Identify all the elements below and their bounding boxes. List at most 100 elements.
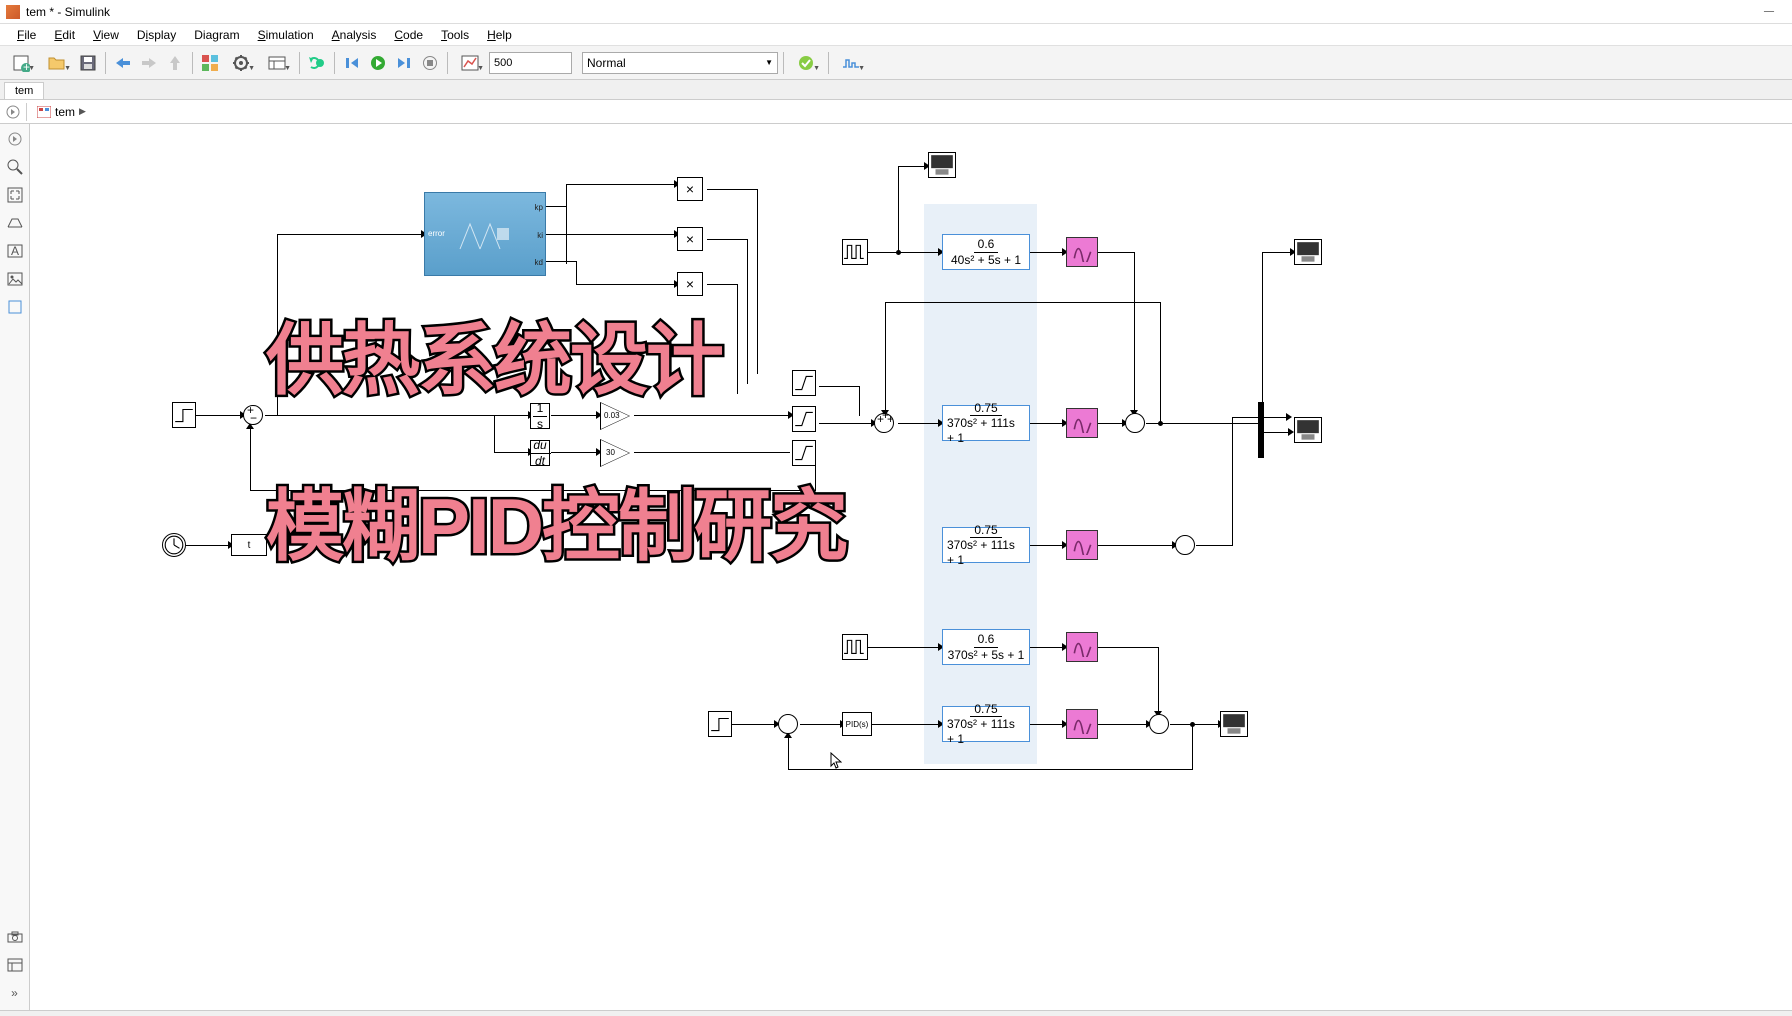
tf4-block[interactable]: 0.6370s² + 5s + 1 [942,629,1030,665]
zoom-tool-button[interactable] [4,156,26,178]
area-button[interactable] [4,296,26,318]
sum4-block[interactable] [1175,535,1195,555]
image-button[interactable] [4,268,26,290]
sum2-block[interactable]: +++ [874,413,894,433]
product1-block[interactable]: × [677,177,703,201]
tf1-block[interactable]: 0.640s² + 5s + 1 [942,234,1030,270]
overlay-title-1: 供热系统设计 [266,298,722,410]
sim-time-input[interactable] [489,52,572,74]
logic-analyzer-button[interactable]: ▼ [834,51,868,75]
sat1-block[interactable] [792,370,816,396]
model-explorer-button[interactable]: ▼ [260,51,294,75]
svg-text:−: − [250,411,257,424]
tab-model[interactable]: tem [4,82,44,99]
sum5-block[interactable] [778,714,798,734]
palette: A » [0,124,30,1010]
menu-analysis[interactable]: Analysis [323,28,386,42]
delay5-block[interactable] [1066,709,1098,739]
menu-code[interactable]: Code [385,28,432,42]
status-bar: Ready 80% [0,1010,1792,1016]
new-model-button[interactable]: +▼ [4,51,38,75]
clock-block[interactable] [162,533,186,557]
sat3-block[interactable] [792,440,816,466]
screenshot-button[interactable] [4,926,26,948]
model-icon [37,106,51,118]
up-button[interactable] [163,51,187,75]
delay4-block[interactable] [1066,632,1098,662]
breadcrumb[interactable]: tem ▶ [31,105,92,119]
product2-block[interactable]: × [677,227,703,251]
breadcrumb-model: tem [55,105,75,119]
annotation-button[interactable]: A [4,240,26,262]
expand-button[interactable]: » [4,982,26,1004]
delay3-block[interactable] [1066,530,1098,560]
save-button[interactable] [76,51,100,75]
step-forward-button[interactable] [392,51,416,75]
mux-block[interactable] [1258,402,1264,458]
hide-palette-button[interactable] [4,128,26,150]
tf2-block[interactable]: 0.75370s² + 111s + 1 [942,405,1030,441]
toolbar: +▼ ▼ ▼ ▼ ▼ Normal▼ ▼ ▼ [0,46,1792,80]
pulse1-block[interactable] [842,239,868,265]
model-config-button[interactable]: ▼ [224,51,258,75]
hide-browser-button[interactable] [4,103,22,121]
menu-view[interactable]: View [84,28,128,42]
menu-display[interactable]: Display [128,28,185,42]
step2-block[interactable] [708,711,732,737]
pid-block[interactable]: PID(s) [842,712,872,736]
forward-button[interactable] [137,51,161,75]
menu-edit[interactable]: Edit [45,28,84,42]
delay2-block[interactable] [1066,408,1098,438]
data-inspector-button[interactable]: ▼ [453,51,487,75]
run-button[interactable] [366,51,390,75]
check-button[interactable]: ▼ [789,51,823,75]
fit-view-button[interactable] [4,184,26,206]
menu-diagram[interactable]: Diagram [185,28,248,42]
to-workspace-block[interactable]: t [231,534,267,556]
sat2-block[interactable] [792,406,816,432]
scope3-block[interactable] [1294,417,1322,443]
explorer-bar: tem ▶ [0,100,1792,124]
library-browser-button[interactable] [198,51,222,75]
menu-help[interactable]: Help [478,28,521,42]
tf3-block[interactable]: 0.75370s² + 111s + 1 [942,527,1030,563]
product3-block[interactable]: × [677,272,703,296]
derivative-block[interactable]: dudt [530,440,550,466]
cursor-icon [830,752,842,770]
step-block[interactable] [172,402,196,428]
app-icon [6,5,20,19]
stop-button[interactable] [418,51,442,75]
title-bar: tem * - Simulink — [0,0,1792,24]
workspace: A » [0,124,1792,1010]
sum6-block[interactable] [1149,714,1169,734]
open-button[interactable]: ▼ [40,51,74,75]
window-title: tem * - Simulink [26,5,110,19]
window-controls: — [1752,2,1786,21]
pulse2-block[interactable] [842,634,868,660]
sum1-block[interactable]: +− [243,405,263,425]
sum3-block[interactable] [1125,413,1145,433]
tf5-block[interactable]: 0.75370s² + 111s + 1 [942,706,1030,742]
model-browser-button[interactable] [4,954,26,976]
sim-mode-select[interactable]: Normal▼ [582,52,778,74]
sample-time-button[interactable] [4,212,26,234]
gain2-block[interactable] [600,439,630,467]
menu-bar: File Edit View Display Diagram Simulatio… [0,24,1792,46]
scope2-block[interactable] [1294,239,1322,265]
svg-text:A: A [11,244,19,258]
back-button[interactable] [111,51,135,75]
menu-simulation[interactable]: Simulation [249,28,323,42]
svg-text:+: + [887,414,893,426]
delay1-block[interactable] [1066,237,1098,267]
fast-restart-button[interactable] [305,51,329,75]
step-back-button[interactable] [340,51,364,75]
canvas[interactable]: +− t error kp ki kd × × × 1s dudt 0.03 [30,124,1792,1010]
fuzzy-controller-block[interactable]: error kp ki kd [424,192,546,276]
scope4-block[interactable] [1220,711,1248,737]
menu-tools[interactable]: Tools [432,28,478,42]
overlay-title-2: 模糊PID控制研究 [266,464,846,576]
scope1-block[interactable] [928,152,956,178]
tab-strip: tem [0,80,1792,100]
menu-file[interactable]: File [8,28,45,42]
minimize-button[interactable]: — [1752,2,1786,21]
